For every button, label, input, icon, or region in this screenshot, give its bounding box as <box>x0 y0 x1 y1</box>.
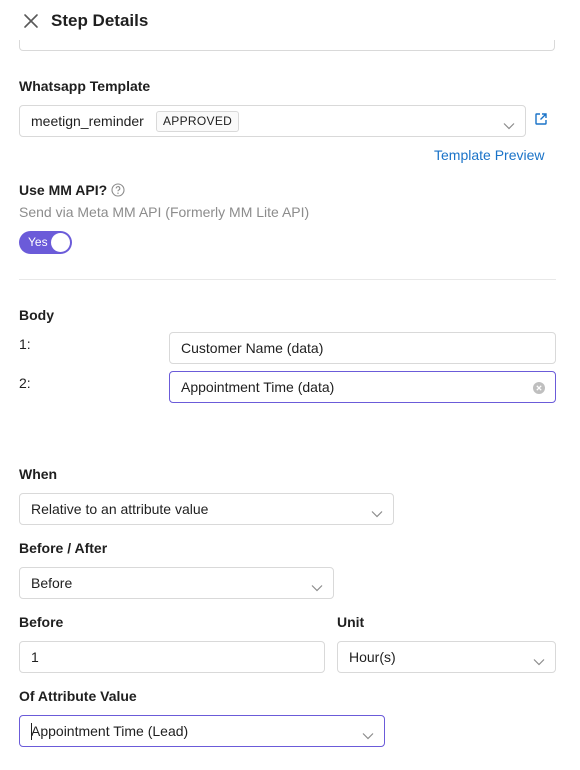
body-param-value: Customer Name (data) <box>181 340 324 356</box>
external-link-icon[interactable] <box>534 112 548 126</box>
unit-select[interactable]: Hour(s) <box>337 641 556 673</box>
body-label: Body <box>19 307 54 323</box>
before-after-value: Before <box>31 575 73 591</box>
clear-icon[interactable] <box>533 381 545 394</box>
chevron-down-icon <box>362 727 374 740</box>
offset-input[interactable]: 1 <box>19 641 325 673</box>
question-circle-icon[interactable] <box>111 183 125 197</box>
drawer-title: Step Details <box>51 11 149 30</box>
chevron-down-icon <box>503 117 515 130</box>
close-icon[interactable] <box>22 12 40 30</box>
unit-label: Unit <box>337 614 365 630</box>
when-select[interactable]: Relative to an attribute value <box>19 493 394 525</box>
whatsapp-template-label: Whatsapp Template <box>19 78 151 94</box>
toggle-label: Yes <box>28 235 48 249</box>
offset-value: 1 <box>31 649 39 665</box>
toggle-knob <box>51 233 70 252</box>
before-after-label: Before / After <box>19 540 108 556</box>
offset-label: Before <box>19 614 64 630</box>
body-param-index: 1: <box>19 336 31 352</box>
drawer-header: Step Details <box>0 0 580 44</box>
body-param-input[interactable]: Customer Name (data) <box>169 332 556 364</box>
when-label: When <box>19 466 58 482</box>
section-divider <box>19 279 556 280</box>
mm-api-description: Send via Meta MM API (Formerly MM Lite A… <box>19 204 310 220</box>
template-status-badge: APPROVED <box>156 111 240 132</box>
mm-api-label: Use MM API? <box>19 182 108 198</box>
unit-value: Hour(s) <box>349 649 396 665</box>
mm-api-toggle[interactable]: Yes <box>19 231 72 254</box>
body-param-index: 2: <box>19 375 31 391</box>
body-param-value: Appointment Time (data) <box>181 379 335 395</box>
attribute-select[interactable]: Appointment Time (Lead) <box>19 715 385 747</box>
body-param-input[interactable]: Appointment Time (data) <box>169 371 556 403</box>
when-value: Relative to an attribute value <box>31 501 209 517</box>
attribute-label: Of Attribute Value <box>19 688 137 704</box>
chevron-down-icon <box>311 579 323 592</box>
chevron-down-icon <box>371 505 383 518</box>
whatsapp-template-value: meetign_reminder <box>31 113 144 129</box>
chevron-down-icon <box>533 653 545 666</box>
previous-field-edge <box>19 40 555 51</box>
template-preview-link[interactable]: Template Preview <box>434 147 545 163</box>
attribute-value: Appointment Time (Lead) <box>31 723 189 739</box>
whatsapp-template-select[interactable]: meetign_reminder APPROVED <box>19 105 526 137</box>
before-after-select[interactable]: Before <box>19 567 334 599</box>
